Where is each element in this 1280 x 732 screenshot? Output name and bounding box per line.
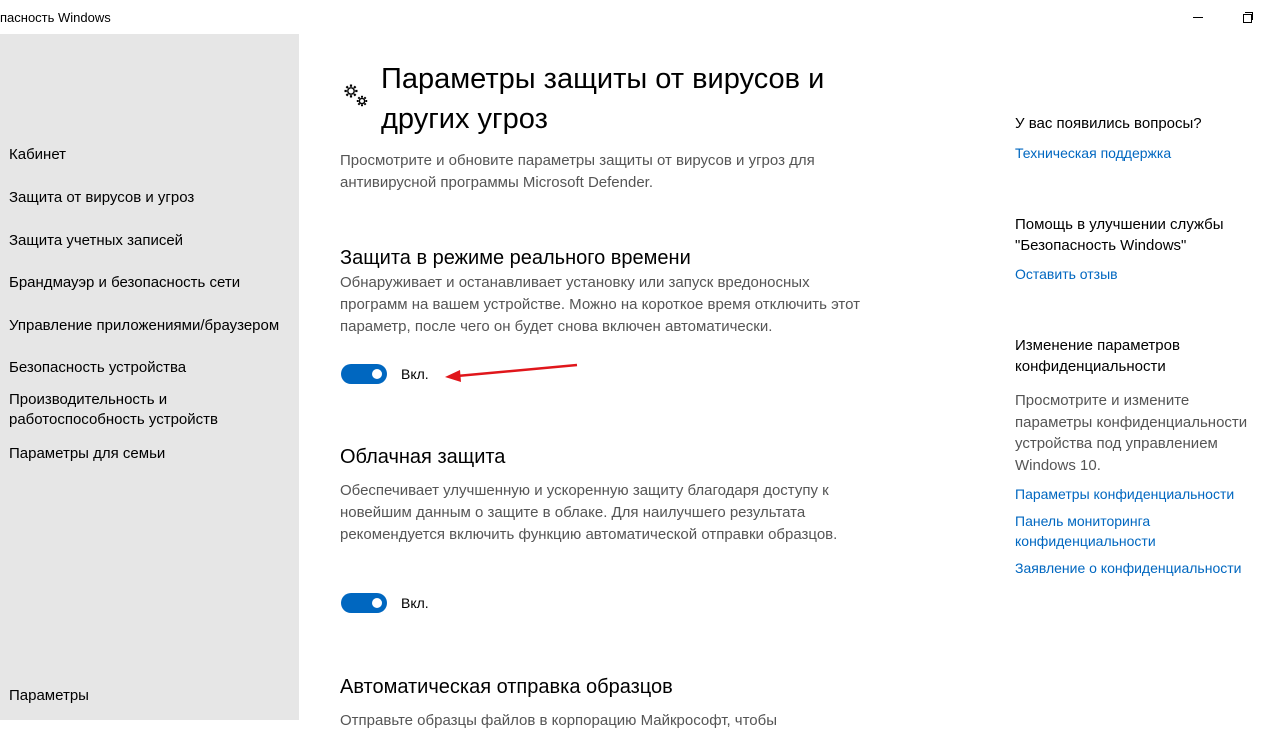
privacy-dashboard-link[interactable]: Панель мониторинга конфиденциальности	[1015, 511, 1185, 551]
title-bar: пасность Windows	[0, 0, 1280, 34]
sidebar-item-virus-protection[interactable]: Защита от вирусов и угроз	[9, 188, 294, 208]
privacy-text: Просмотрите и измените параметры конфиде…	[1015, 392, 1248, 474]
sidebar: Кабинет Защита от вирусов и угроз Защита…	[0, 34, 299, 720]
cloud-protection-toggle[interactable]	[341, 593, 387, 613]
window-title: пасность Windows	[0, 10, 111, 25]
realtime-protection-toggle-row: Вкл.	[341, 364, 429, 384]
sidebar-item-account-protection[interactable]: Защита учетных записей	[9, 231, 294, 251]
realtime-protection-toggle[interactable]	[341, 364, 387, 384]
page-description: Просмотрите и обновите параметры защиты …	[340, 152, 815, 191]
red-arrow-icon	[445, 363, 578, 382]
sidebar-item-device-security[interactable]: Безопасность устройства	[9, 358, 294, 378]
minimize-icon	[1193, 16, 1203, 18]
cloud-protection-toggle-label: Вкл.	[401, 595, 429, 611]
sample-submission-heading: Автоматическая отправка образцов	[340, 676, 673, 698]
feedback-link[interactable]: Оставить отзыв	[1015, 264, 1275, 284]
privacy-heading: Изменение параметров конфиденциальности	[1015, 337, 1180, 375]
cloud-protection-heading: Облачная защита	[340, 446, 506, 468]
questions-heading: У вас появились вопросы?	[1015, 115, 1202, 132]
sidebar-item-app-browser[interactable]: Управление приложениями/браузером	[9, 316, 294, 336]
main-content: Параметры защиты от вирусов и других угр…	[299, 34, 999, 729]
cloud-protection-toggle-row: Вкл.	[341, 593, 429, 613]
support-link[interactable]: Техническая поддержка	[1015, 143, 1275, 163]
page-title: Параметры защиты от вирусов и других угр…	[381, 63, 825, 135]
cloud-protection-text: Обеспечивает улучшенную и ускоренную защ…	[340, 482, 838, 543]
realtime-protection-heading: Защита в режиме реального времени	[340, 247, 691, 269]
restore-button[interactable]	[1225, 0, 1271, 34]
sidebar-item-settings[interactable]: Параметры	[9, 687, 89, 704]
improve-heading: Помощь в улучшении службы "Безопасность …	[1015, 216, 1224, 254]
sidebar-item-family[interactable]: Параметры для семьи	[9, 444, 294, 464]
minimize-button[interactable]	[1175, 0, 1221, 34]
realtime-protection-text: Обнаруживает и останавливает установку и…	[340, 274, 860, 335]
gear-icon	[344, 84, 368, 107]
restore-icon	[1243, 12, 1253, 23]
sidebar-item-firewall[interactable]: Брандмауэр и безопасность сети	[9, 273, 294, 293]
privacy-settings-link[interactable]: Параметры конфиденциальности	[1015, 484, 1275, 504]
realtime-protection-toggle-label: Вкл.	[401, 366, 429, 382]
sample-submission-text: Отправьте образцы файлов в корпорацию Ма…	[340, 712, 778, 729]
sidebar-item-home[interactable]: Кабинет	[9, 145, 294, 165]
privacy-statement-link[interactable]: Заявление о конфиденциальности	[1015, 558, 1275, 578]
sidebar-item-device-performance[interactable]: Производительность и работоспособность у…	[9, 390, 249, 430]
